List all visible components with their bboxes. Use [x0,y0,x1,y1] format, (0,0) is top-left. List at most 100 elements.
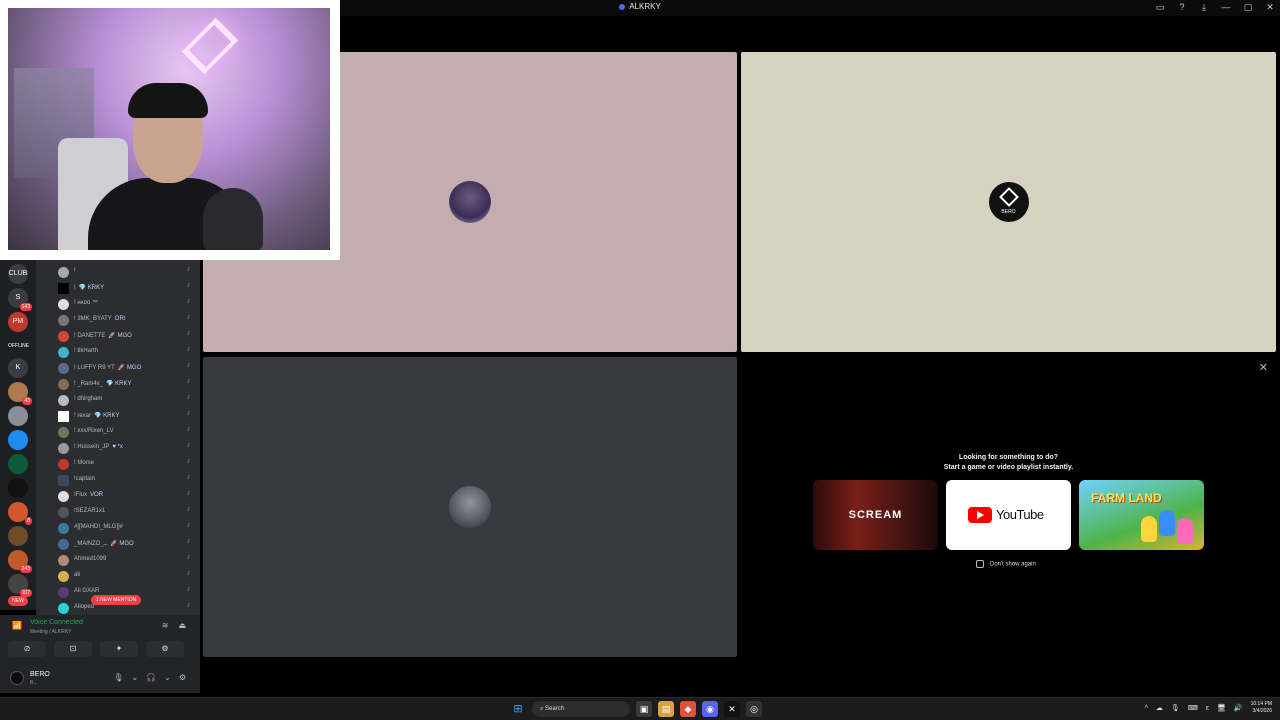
activity-icon: ⫽ [187,523,190,529]
new-mention-pill[interactable]: 1 NEW MENTION [91,595,142,605]
member-row[interactable]: ! 💎 KRKY ⫽ [36,280,200,296]
member-row[interactable]: ! LUFFY R9 YT 🚀 MGO ⫽ [36,360,200,376]
noise-suppression-icon[interactable]: ≋ [162,621,169,630]
tray-chevron-icon[interactable]: ^ [1145,705,1148,712]
activity-icon: ⫽ [187,459,190,465]
member-row[interactable]: !SEZAR1x1 ⫽ [36,504,200,520]
capcut-icon[interactable]: ✕ [724,701,740,717]
participant-avatar [449,181,491,223]
voice-channel[interactable]: Meeting / ALKRKY [30,629,71,635]
member-row[interactable]: ! ⫽ [36,264,200,280]
avatar [58,331,69,342]
member-row[interactable]: #[[MAHDI_MLG]]# ⫽ [36,520,200,536]
server-icon[interactable]: 107 [8,574,32,597]
share-screen-button[interactable]: ⊡ [54,641,92,657]
chevron-down-icon[interactable]: ⌄ [131,673,138,682]
voice-status[interactable]: Voice Connected [30,619,83,626]
server-icon[interactable] [8,454,28,474]
participant-tile[interactable]: BERO [741,52,1276,352]
mic-icon[interactable]: 🎙 [1171,704,1180,712]
member-row[interactable]: Ahmed1099 ⫽ [36,552,200,568]
member-row[interactable]: ! xxx/Rixen_LV ⫽ [36,424,200,440]
discord-icon[interactable]: ◉ [702,701,718,717]
activity-icon: ⫽ [187,315,190,321]
server-icon[interactable]: 243 [8,550,32,573]
member-row[interactable]: ! Morse ⫽ [36,456,200,472]
activities-button[interactable]: ✦ [100,641,138,657]
server-icon[interactable]: S 143 [8,288,32,311]
taskbar-search[interactable]: ⌕ Search [532,701,630,717]
member-row[interactable]: ! dhirgham ⫽ [36,392,200,408]
unread-badge: 143 [19,303,32,311]
obs-icon[interactable]: ◎ [746,701,762,717]
disconnect-icon[interactable]: ⏏ [178,621,186,630]
download-icon[interactable]: ⤓ [1198,2,1210,13]
webcam-feed [8,8,330,250]
minimize-button[interactable]: — [1220,2,1232,13]
avatar [58,283,69,294]
headphones-icon[interactable]: 🎧 [146,673,156,682]
activity-icon: ⫽ [187,555,190,561]
youtube-logo-icon [968,507,992,523]
dont-show-checkbox[interactable] [976,560,984,568]
new-unreads-pill[interactable]: NEW [8,596,28,606]
server-icon[interactable]: OFFLINE [8,336,29,356]
maximize-button[interactable]: ▢ [1242,2,1254,13]
member-row[interactable]: ! Hussein_JP ♥ *x ⫽ [36,440,200,456]
cloud-icon[interactable]: ☁ [1156,704,1163,712]
screen-share-icon[interactable]: ▭ [1154,2,1166,13]
username[interactable]: BERO [30,671,50,678]
server-icon[interactable] [8,406,28,426]
gear-icon[interactable]: ⚙ [179,673,186,682]
mic-icon[interactable]: 🎙 [113,673,123,682]
keyboard-icon[interactable]: ⌨ [1188,704,1198,712]
clock[interactable]: 10:14 PM 3/4/2026 [1251,701,1272,715]
unread-badge: 43 [22,397,32,405]
chevron-down-icon[interactable]: ⌄ [164,673,171,682]
activity-card-farm-land[interactable]: FARM LAND [1079,480,1204,550]
member-row[interactable]: ! _Ram4x_ 💎 KRKY ⫽ [36,376,200,392]
member-row[interactable]: ! DANETTE 🚀 MGO ⫽ [36,328,200,344]
soundboard-button[interactable]: ⚙ [146,641,184,657]
avatar [58,507,69,518]
server-icon[interactable]: 43 [8,382,32,405]
member-row[interactable]: _MAlNZO_ــ 🚀 MGO ⫽ [36,536,200,552]
server-icon[interactable] [8,478,28,498]
server-icon[interactable] [8,526,28,546]
activity-icon: ⫽ [187,267,190,273]
user-status: B... [30,680,38,686]
participant-tile[interactable] [203,357,737,657]
language-icon[interactable]: ε [1206,705,1209,712]
signal-icon[interactable]: 📶 [12,621,22,630]
activity-card-youtube[interactable]: YouTube [946,480,1071,550]
member-row[interactable]: !Flux VOR ⫽ [36,488,200,504]
server-icon[interactable]: PM [8,312,28,332]
member-row[interactable]: ! rexar 💎 KRKY ⫽ [36,408,200,424]
activity-icon: ⫽ [187,507,190,513]
volume-icon[interactable]: 🔊 [1234,704,1243,712]
member-row[interactable]: ! 3MK_BYATY ORI ⫽ [36,312,200,328]
server-icon[interactable]: K [8,358,28,378]
close-icon[interactable]: ✕ [1259,361,1268,374]
avatar[interactable] [10,671,24,685]
member-row[interactable]: ! ʜᴀᴅᴏ ™ ⫽ [36,296,200,312]
unread-badge: 8 [25,517,32,525]
dont-show-again[interactable]: Don't show again [976,560,1036,568]
server-icon[interactable]: 8 [8,502,32,525]
start-button[interactable]: ⊞ [510,701,526,717]
server-icon[interactable] [8,430,28,450]
close-button[interactable]: ✕ [1264,2,1276,13]
server-icon[interactable]: CLUB [8,264,28,284]
brave-browser-icon[interactable]: ◆ [680,701,696,717]
member-row[interactable]: !captain ⫽ [36,472,200,488]
character [1141,516,1157,542]
file-explorer-icon[interactable]: ▤ [658,701,674,717]
activity-card-scream[interactable]: SCREAM [813,480,938,550]
display-icon[interactable]: 🖥 [1217,704,1226,712]
activity-launcher: ✕ Looking for something to do? Start a g… [741,357,1276,657]
task-view-icon[interactable]: ▣ [636,701,652,717]
camera-off-button[interactable]: ⊘ [8,641,46,657]
help-icon[interactable]: ? [1176,2,1188,13]
member-row[interactable]: ali ⫽ [36,568,200,584]
member-row[interactable]: ! tikHarth ⫽ [36,344,200,360]
